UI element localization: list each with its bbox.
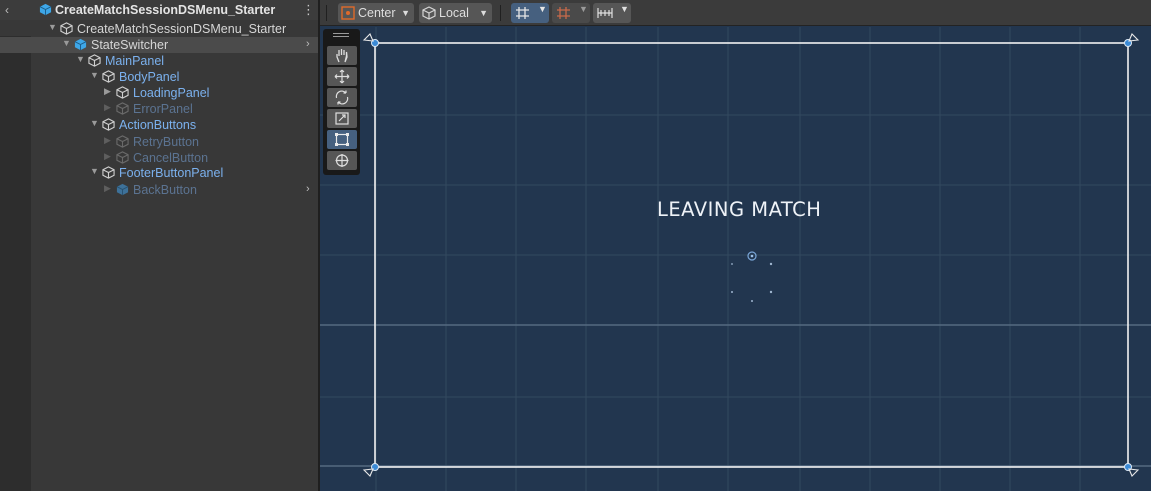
transform-tool-button[interactable]: [327, 151, 357, 170]
increment-snap-icon: [557, 7, 570, 19]
dropdown-caret-icon[interactable]: ▼: [620, 4, 629, 14]
scale-tool-button[interactable]: [327, 109, 357, 128]
increment-snap-toggle[interactable]: ▼: [552, 3, 590, 23]
pivot-center-dropdown[interactable]: Center ▼: [338, 3, 414, 23]
collapse-arrow-icon[interactable]: ▶: [104, 151, 111, 162]
gameobject-cube-icon: [88, 54, 101, 70]
hierarchy-row-label: ErrorPanel: [133, 102, 193, 116]
dropdown-caret-icon[interactable]: ▼: [579, 4, 588, 14]
gameobject-cube-icon: [102, 166, 115, 182]
palette-grip[interactable]: [333, 33, 349, 34]
scale-tool-icon: [335, 112, 349, 125]
expand-arrow-icon[interactable]: ▼: [62, 38, 71, 48]
hierarchy-row-cancelbutton[interactable]: ▶ CancelButton: [0, 150, 318, 166]
rect-tool-icon: [335, 133, 349, 146]
hierarchy-panel: ‹ CreateMatchSessionDSMenu_Starter ⋮ ▼ C…: [0, 0, 318, 491]
scene-toolbar: Center ▼ Local ▼ ▼ ▼ ▼: [320, 0, 1151, 26]
hierarchy-row-stateswitcher[interactable]: ▼ StateSwitcher ›: [0, 37, 318, 53]
scene-view[interactable]: Center ▼ Local ▼ ▼ ▼ ▼ LEAVING MATCH: [318, 0, 1151, 491]
back-arrow-icon[interactable]: ‹: [5, 3, 9, 17]
expand-arrow-icon[interactable]: ▼: [48, 22, 57, 32]
collapse-arrow-icon[interactable]: ▶: [104, 183, 111, 194]
toolbar-separator: [500, 5, 501, 21]
expand-arrow-icon[interactable]: ▼: [90, 70, 99, 80]
hierarchy-row-label: LoadingPanel: [133, 86, 210, 100]
local-cube-icon: [422, 6, 436, 26]
collapse-arrow-icon[interactable]: ▶: [104, 102, 111, 113]
dropdown-caret-icon[interactable]: ▼: [538, 4, 547, 14]
space-local-dropdown[interactable]: Local ▼: [419, 3, 492, 23]
hand-tool-icon: [336, 49, 348, 63]
transform-tool-icon: [335, 154, 349, 167]
hierarchy-row-label: ActionButtons: [119, 118, 197, 132]
toolbar-grip: [326, 5, 327, 21]
tool-palette: [323, 29, 360, 175]
more-options-icon[interactable]: ⋮: [302, 2, 315, 18]
hierarchy-row-label: CancelButton: [133, 151, 209, 165]
hierarchy-row-loadingpanel[interactable]: ▶ LoadingPanel: [0, 85, 318, 101]
hierarchy-header: ‹ CreateMatchSessionDSMenu_Starter ⋮: [0, 0, 318, 20]
hierarchy-row-label: CreateMatchSessionDSMenu_Starter: [77, 22, 287, 36]
expand-arrow-icon[interactable]: ▼: [90, 166, 99, 176]
prefab-cube-icon: [116, 183, 129, 199]
hierarchy-row-label: FooterButtonPanel: [119, 166, 224, 180]
collapse-arrow-icon[interactable]: ▶: [104, 86, 111, 97]
prefab-cube-icon: [74, 38, 87, 54]
prefab-cube-icon: [39, 3, 52, 19]
hierarchy-row-backbutton[interactable]: ▶ BackButton ›: [0, 182, 318, 198]
hierarchy-row-bodypanel[interactable]: ▼ BodyPanel: [0, 69, 318, 85]
ruler-toggle[interactable]: ▼: [593, 3, 631, 23]
hierarchy-row-root[interactable]: ▼ CreateMatchSessionDSMenu_Starter: [0, 21, 318, 37]
scene-grid[interactable]: [320, 27, 1151, 491]
hierarchy-row-mainpanel[interactable]: ▼ MainPanel: [0, 53, 318, 69]
collapse-arrow-icon[interactable]: ▶: [104, 135, 111, 146]
dropdown-caret-icon: ▼: [479, 8, 488, 18]
move-tool-button[interactable]: [327, 67, 357, 86]
pivot-icon: [341, 6, 355, 26]
move-tool-icon: [334, 69, 350, 84]
hierarchy-row-retrybutton[interactable]: ▶ RetryButton: [0, 134, 318, 150]
rect-tool-button[interactable]: [327, 130, 357, 149]
rotate-tool-button[interactable]: [327, 88, 357, 107]
gameobject-cube-icon: [116, 102, 129, 118]
gameobject-cube-icon: [102, 70, 115, 86]
ruler-icon: [597, 8, 613, 18]
space-label: Local: [439, 6, 469, 20]
hierarchy-row-errorpanel[interactable]: ▶ ErrorPanel: [0, 101, 318, 117]
hierarchy-row-label: StateSwitcher: [91, 38, 169, 52]
leaving-match-heading: LEAVING MATCH: [657, 198, 822, 221]
gameobject-cube-icon: [116, 86, 129, 102]
rotate-tool-icon: [335, 90, 349, 105]
open-prefab-chevron-icon[interactable]: ›: [306, 38, 310, 50]
hierarchy-row-label: BodyPanel: [119, 70, 180, 84]
grid-snap-icon: [516, 7, 529, 19]
hierarchy-row-label: RetryButton: [133, 135, 200, 149]
open-prefab-chevron-icon[interactable]: ›: [306, 183, 310, 195]
gameobject-cube-icon: [60, 22, 73, 38]
hierarchy-row-footerbuttonpanel[interactable]: ▼ FooterButtonPanel: [0, 165, 318, 181]
hierarchy-row-label: MainPanel: [105, 54, 165, 68]
hierarchy-row-label: BackButton: [133, 183, 197, 197]
gameobject-cube-icon: [102, 118, 115, 134]
grid-snap-toggle[interactable]: ▼: [511, 3, 549, 23]
pivot-label: Center: [358, 6, 396, 20]
gameobject-cube-icon: [116, 135, 129, 151]
expand-arrow-icon[interactable]: ▼: [76, 54, 85, 64]
dropdown-caret-icon: ▼: [401, 8, 410, 18]
expand-arrow-icon[interactable]: ▼: [90, 118, 99, 128]
hand-tool-button[interactable]: [327, 46, 357, 65]
prefab-stage-title: CreateMatchSessionDSMenu_Starter: [55, 3, 276, 17]
hierarchy-row-actionbuttons[interactable]: ▼ ActionButtons: [0, 117, 318, 133]
